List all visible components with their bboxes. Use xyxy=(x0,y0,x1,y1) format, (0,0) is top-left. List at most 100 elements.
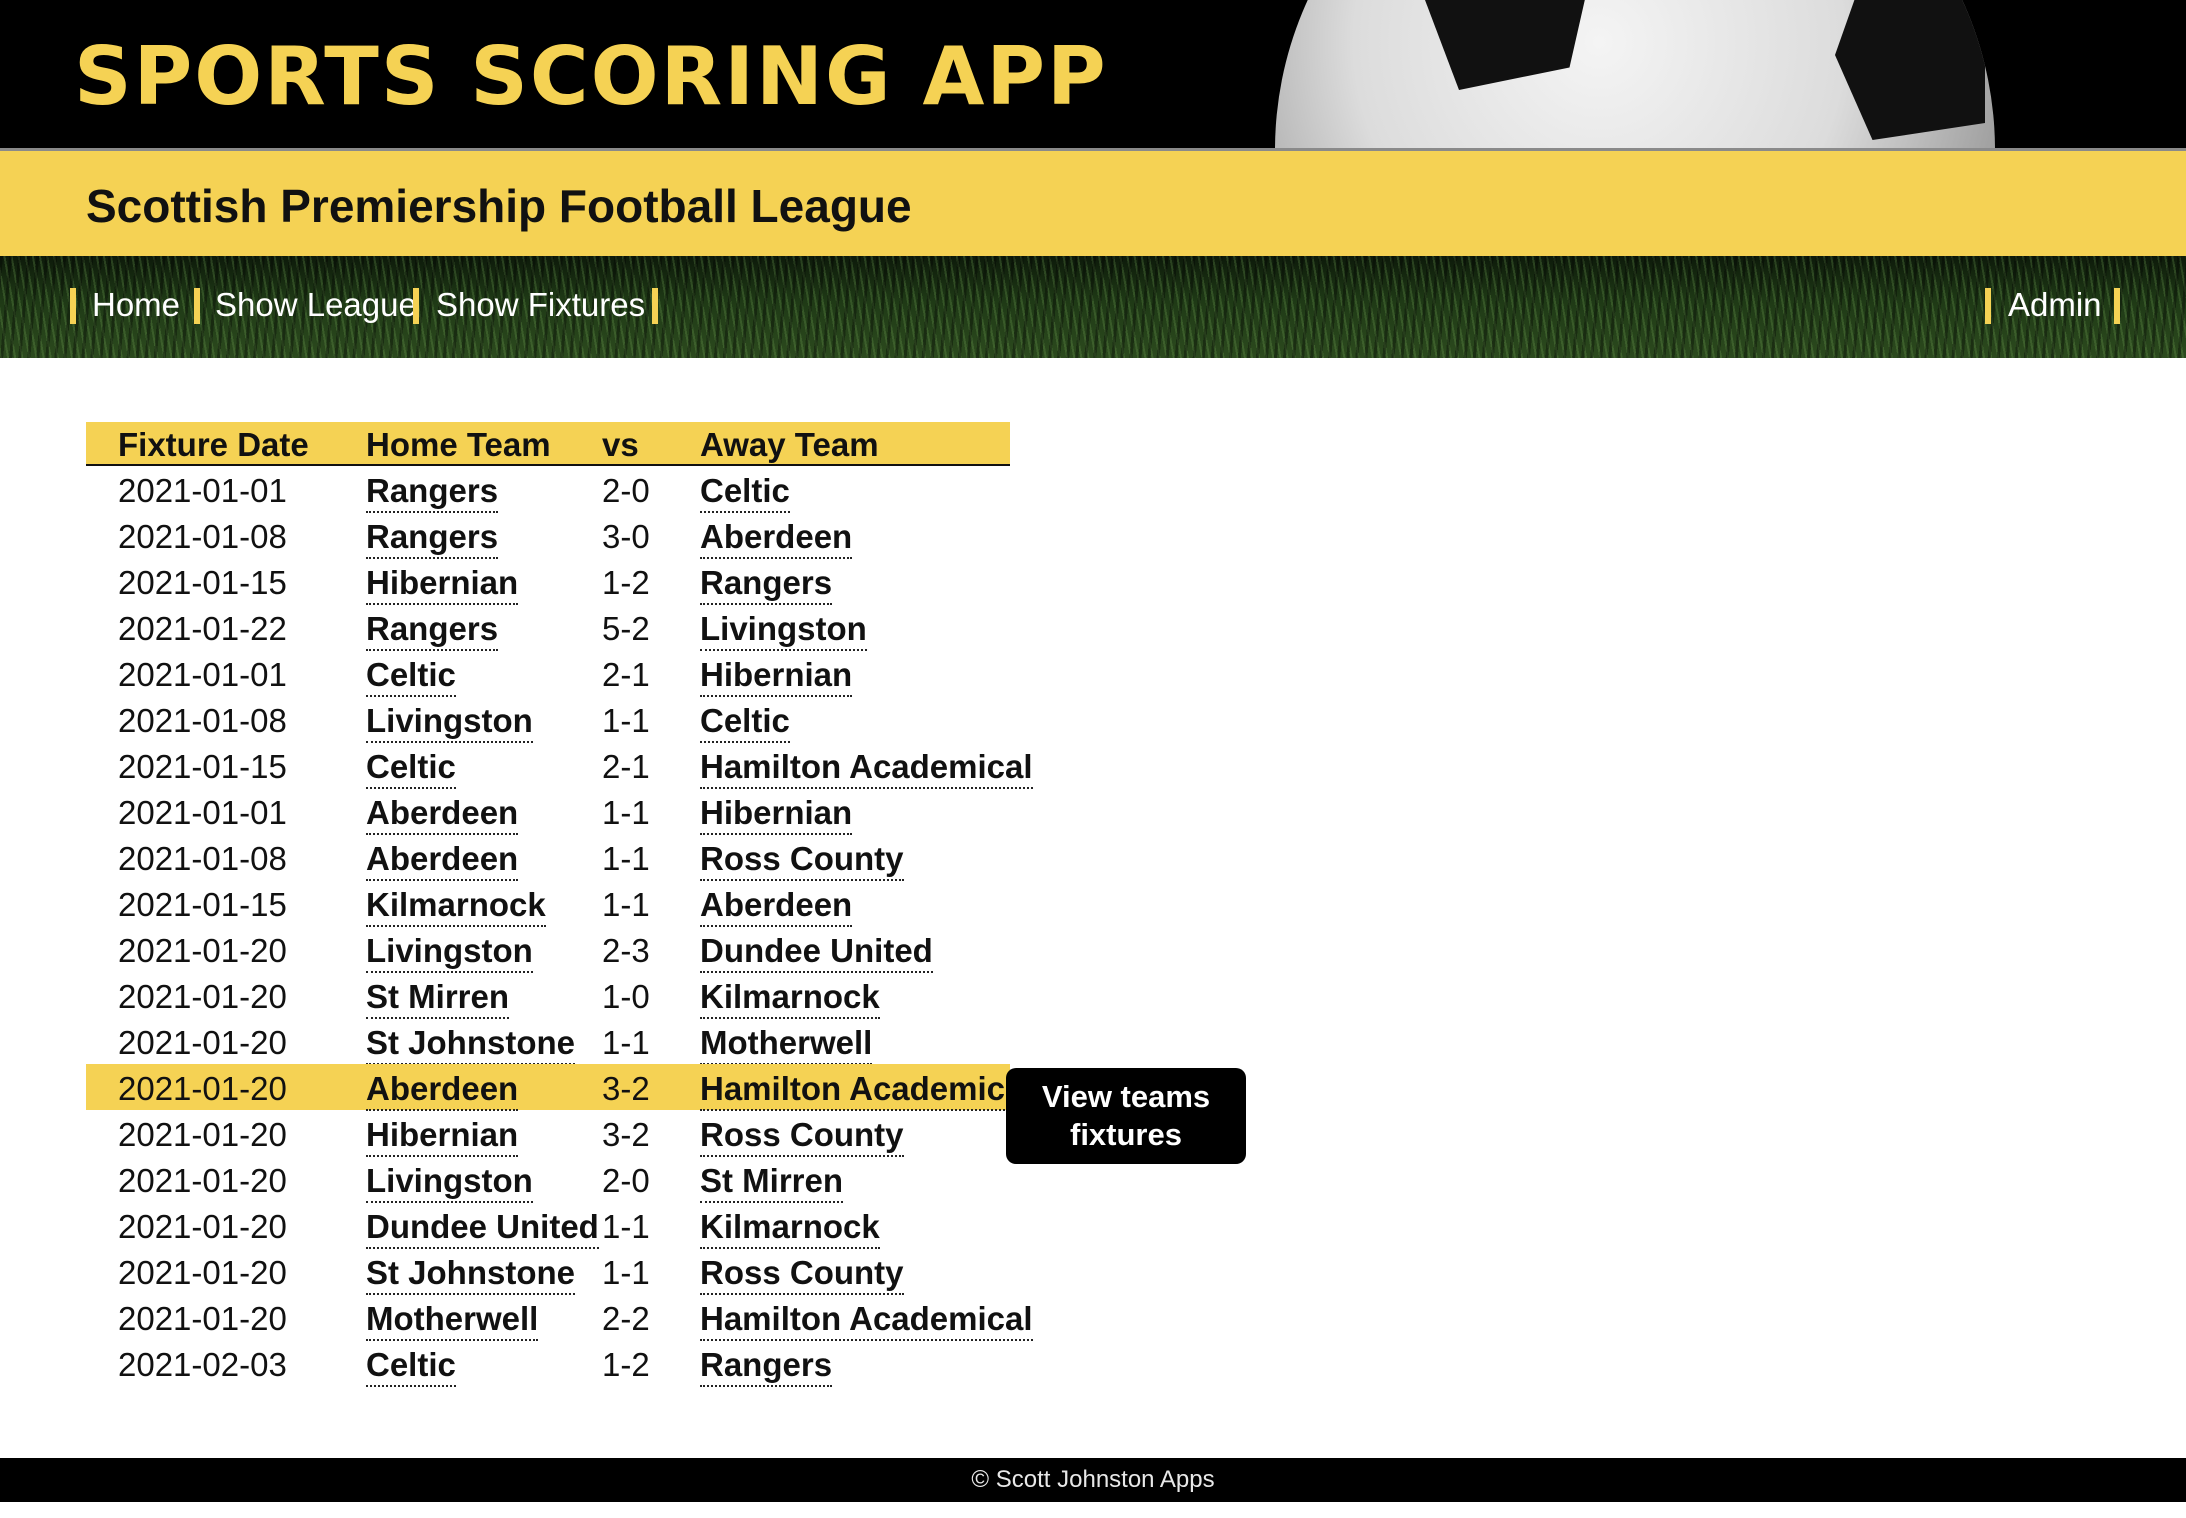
table-row: 2021-01-08 Rangers 3-0 Aberdeen xyxy=(86,512,1010,559)
fixture-date: 2021-01-20 xyxy=(118,1208,287,1245)
away-team-link[interactable]: Hibernian xyxy=(700,656,853,697)
table-row: 2021-02-03 Celtic 1-2 Rangers xyxy=(86,1340,1010,1387)
home-team-link[interactable]: St Johnstone xyxy=(366,1254,576,1295)
fixture-date-cell: 2021-01-15 xyxy=(118,564,287,602)
away-team-link-cell: Ross County xyxy=(700,840,904,881)
home-team-link[interactable]: Livingston xyxy=(366,932,533,973)
away-team-link[interactable]: Kilmarnock xyxy=(700,1208,880,1249)
away-team-link[interactable]: Aberdeen xyxy=(700,886,853,927)
away-team-link[interactable]: Ross County xyxy=(700,1116,904,1157)
home-team-link[interactable]: St Mirren xyxy=(366,978,510,1019)
table-row: 2021-01-15 Hibernian 1-2 Rangers xyxy=(86,558,1010,605)
away-team-link[interactable]: Dundee United xyxy=(700,932,933,973)
score-cell: 2-1 xyxy=(602,748,650,786)
score: 1-2 xyxy=(602,564,650,601)
home-team-link[interactable]: Aberdeen xyxy=(366,840,519,881)
score-cell: 1-0 xyxy=(602,978,650,1016)
home-team-link[interactable]: Livingston xyxy=(366,702,533,743)
score-cell: 1-1 xyxy=(602,1208,650,1246)
fixture-date: 2021-01-15 xyxy=(118,748,287,785)
fixture-date: 2021-01-08 xyxy=(118,518,287,555)
league-banner: Scottish Premiership Football League xyxy=(0,148,2186,256)
away-team-link-cell: Ross County xyxy=(700,1116,904,1157)
nav-divider xyxy=(413,288,419,324)
away-team-link[interactable]: St Mirren xyxy=(700,1162,844,1203)
home-team-link[interactable]: Celtic xyxy=(366,656,456,697)
away-team-link[interactable]: Hamilton Academical xyxy=(700,748,1033,789)
score: 2-3 xyxy=(602,932,650,969)
fixture-date-cell: 2021-02-03 xyxy=(118,1346,287,1384)
home-team-link-cell: Motherwell xyxy=(366,1300,539,1341)
home-team-link[interactable]: Dundee United xyxy=(366,1208,599,1249)
away-team-link[interactable]: Hamilton Academical xyxy=(700,1300,1033,1341)
home-team-link[interactable]: Aberdeen xyxy=(366,1070,519,1111)
fixture-date: 2021-02-03 xyxy=(118,1346,287,1383)
table-row: 2021-01-01 Aberdeen 1-1 Hibernian xyxy=(86,788,1010,835)
score-cell: 1-1 xyxy=(602,702,650,740)
away-team-link[interactable]: Motherwell xyxy=(700,1024,873,1065)
away-team-link[interactable]: Celtic xyxy=(700,472,790,513)
fixture-date-cell: 2021-01-20 xyxy=(118,1070,287,1108)
away-team-link[interactable]: Hamilton Academical xyxy=(700,1070,1033,1111)
home-team-link[interactable]: Livingston xyxy=(366,1162,533,1203)
away-team-link[interactable]: Aberdeen xyxy=(700,518,853,559)
home-team-link-cell: St Johnstone xyxy=(366,1024,576,1065)
away-team-link[interactable]: Rangers xyxy=(700,1346,833,1387)
table-row: 2021-01-22 Rangers 5-2 Livingston xyxy=(86,604,1010,651)
away-team-link[interactable]: Rangers xyxy=(700,564,833,605)
home-team-link[interactable]: Rangers xyxy=(366,610,499,651)
home-team-link-cell: Rangers xyxy=(366,518,499,559)
app-title: SPORTS SCORING APP xyxy=(74,30,1108,123)
home-team-link-cell: Rangers xyxy=(366,472,499,513)
home-team-link[interactable]: Celtic xyxy=(366,1346,456,1387)
score: 1-1 xyxy=(602,1208,650,1245)
home-team-link[interactable]: Hibernian xyxy=(366,564,519,605)
score: 2-1 xyxy=(602,656,650,693)
score-cell: 2-0 xyxy=(602,1162,650,1200)
score: 1-1 xyxy=(602,1254,650,1291)
home-team-link-cell: Aberdeen xyxy=(366,840,519,881)
home-team-link[interactable]: Celtic xyxy=(366,748,456,789)
home-team-link[interactable]: Motherwell xyxy=(366,1300,539,1341)
table-row: 2021-01-20 Hibernian 3-2 Ross County xyxy=(86,1110,1010,1157)
home-team-link[interactable]: Kilmarnock xyxy=(366,886,546,927)
away-team-link-cell: Hibernian xyxy=(700,656,853,697)
table-body: 2021-01-01 Rangers 2-0 Celtic 2021-01-08 Rang… xyxy=(86,466,1033,1387)
away-team-link-cell: Rangers xyxy=(700,1346,833,1387)
fixture-date-cell: 2021-01-08 xyxy=(118,518,287,556)
away-team-link-cell: Motherwell xyxy=(700,1024,873,1065)
away-team-link-cell: Hamilton Academical xyxy=(700,748,1033,789)
away-team-link[interactable]: Kilmarnock xyxy=(700,978,880,1019)
home-team-link[interactable]: Hibernian xyxy=(366,1116,519,1157)
fixture-date: 2021-01-20 xyxy=(118,1070,287,1107)
home-team-link-cell: Celtic xyxy=(366,1346,456,1387)
score-cell: 1-2 xyxy=(602,1346,650,1384)
score-cell: 3-0 xyxy=(602,518,650,556)
home-team-link[interactable]: St Johnstone xyxy=(366,1024,576,1065)
score: 2-0 xyxy=(602,1162,650,1199)
away-team-link[interactable]: Livingston xyxy=(700,610,867,651)
nav-show-league-link[interactable]: Show League xyxy=(215,286,417,324)
fixture-date: 2021-01-20 xyxy=(118,1162,287,1199)
nav-home-link[interactable]: Home xyxy=(92,286,180,324)
away-team-link[interactable]: Celtic xyxy=(700,702,790,743)
nav-admin-link[interactable]: Admin xyxy=(2008,286,2102,324)
away-team-link-cell: Ross County xyxy=(700,1254,904,1295)
score-cell: 2-1 xyxy=(602,656,650,694)
score: 1-1 xyxy=(602,840,650,877)
fixture-date-cell: 2021-01-20 xyxy=(118,1116,287,1154)
home-team-link-cell: Dundee United xyxy=(366,1208,599,1249)
home-team-link[interactable]: Rangers xyxy=(366,518,499,559)
score: 1-1 xyxy=(602,794,650,831)
football-image xyxy=(1275,0,1995,148)
away-team-link[interactable]: Hibernian xyxy=(700,794,853,835)
away-team-link[interactable]: Ross County xyxy=(700,840,904,881)
nav-show-fixtures-link[interactable]: Show Fixtures xyxy=(436,286,645,324)
home-team-link[interactable]: Aberdeen xyxy=(366,794,519,835)
score: 1-0 xyxy=(602,978,650,1015)
home-team-link[interactable]: Rangers xyxy=(366,472,499,513)
away-team-link[interactable]: Ross County xyxy=(700,1254,904,1295)
table-row: 2021-01-01 Celtic 2-1 Hibernian xyxy=(86,650,1010,697)
away-team-link-cell: Kilmarnock xyxy=(700,978,880,1019)
away-team-link-cell: Hamilton Academical xyxy=(700,1070,1033,1111)
